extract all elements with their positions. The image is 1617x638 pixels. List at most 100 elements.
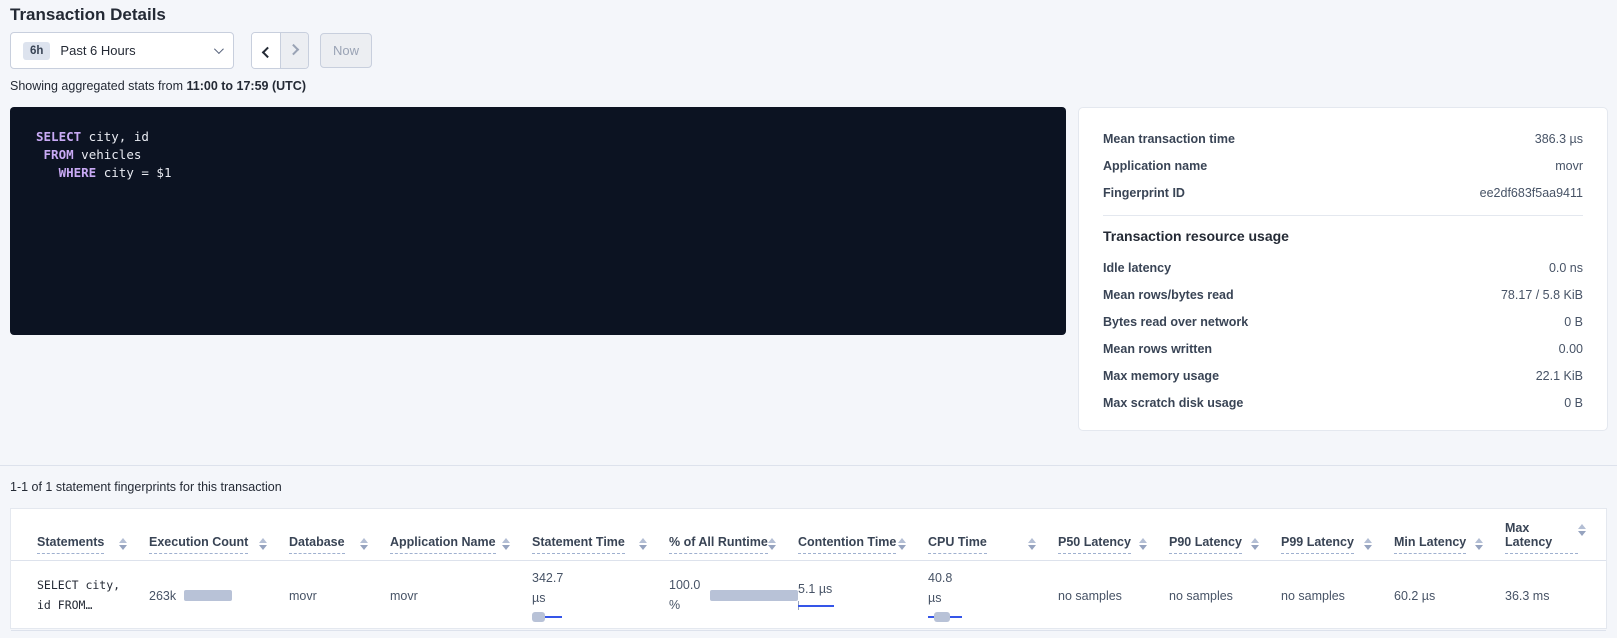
sql-text: vehicles [74,147,142,162]
sql-indent [36,165,59,180]
table-header-row: Statements Execution Count Database Appl… [11,509,1606,561]
section-divider [0,465,1617,466]
sql-text: city = $1 [96,165,171,180]
runtime-value: 100.0 [669,576,700,595]
summary-label: Fingerprint ID [1103,186,1185,200]
stats-range-window: 11:00 to 17:59 (UTC) [187,79,306,93]
column-header-p99-latency: P99 Latency [1281,535,1394,554]
column-label[interactable]: P90 Latency [1169,535,1242,554]
sort-icon[interactable] [1578,521,1586,536]
sort-icon[interactable] [1139,535,1147,550]
statement-line: id FROM… [37,596,149,616]
sort-icon[interactable] [1028,535,1036,550]
resource-row-mean-rows-written: Mean rows written 0.00 [1103,335,1583,362]
sort-icon[interactable] [1364,535,1372,550]
min-latency-value: 60.2 µs [1394,589,1435,603]
sort-icon[interactable] [1475,535,1483,550]
sort-icon[interactable] [639,535,647,550]
column-label[interactable]: P50 Latency [1058,535,1131,554]
column-header-runtime: % of All Runtime [669,535,798,554]
sort-icon[interactable] [259,535,267,550]
sort-icon[interactable] [360,535,368,550]
statement-time-unit: µs [532,589,669,608]
sort-icon[interactable] [119,535,127,550]
cell-runtime: 100.0 % [669,576,798,615]
cell-p50-latency: no samples [1058,589,1169,603]
bar-blob [934,612,950,622]
resource-label: Idle latency [1103,261,1171,275]
sql-line: FROM vehicles [36,146,1040,164]
sql-statement-box: SELECT city, id FROM vehicles WHERE city… [10,107,1066,335]
time-range-label: Past 6 Hours [60,43,135,58]
stats-range-prefix: Showing aggregated stats from [10,79,187,93]
cell-contention-time: 5.1 µs [798,582,928,610]
now-button[interactable]: Now [320,33,372,68]
chevron-left-icon [262,46,273,57]
resource-label: Mean rows/bytes read [1103,288,1234,302]
column-header-contention-time: Contention Time [798,535,928,554]
page-title: Transaction Details [10,5,166,25]
cell-database: movr [289,589,390,603]
execution-count-bar [184,590,232,601]
resource-label: Bytes read over network [1103,315,1248,329]
bar-blob [532,612,545,622]
resource-value: 22.1 KiB [1536,369,1583,383]
column-label[interactable]: Min Latency [1394,535,1466,554]
sql-keyword: FROM [44,147,74,162]
column-label[interactable]: P99 Latency [1281,535,1354,554]
statement-link[interactable]: SELECT city, id FROM… [37,576,149,615]
resource-value: 0.0 ns [1549,261,1583,275]
column-header-statement-time: Statement Time [532,535,669,554]
column-label[interactable]: Database [289,535,345,554]
column-header-p50-latency: P50 Latency [1058,535,1169,554]
cell-p99-latency: no samples [1281,589,1394,603]
summary-value: movr [1555,159,1583,173]
column-label[interactable]: % of All Runtime [669,535,768,554]
time-nav-group [251,32,309,69]
p99-latency-value: no samples [1281,589,1345,603]
summary-value: ee2df683f5aa9411 [1480,186,1583,200]
resource-label: Max memory usage [1103,369,1219,383]
cpu-time-bar-chart [928,612,962,622]
column-label[interactable]: Max Latency [1505,521,1578,554]
table-row: SELECT city, id FROM… 263k movr movr 342… [11,561,1606,631]
column-label[interactable]: Application Name [390,535,496,554]
column-label[interactable]: Statements [37,535,104,554]
prev-time-button[interactable] [252,33,280,68]
cell-execution-count: 263k [149,589,289,603]
statement-time-value: 342.7 [532,569,669,588]
cell-application-name: movr [390,589,532,603]
column-label[interactable]: Statement Time [532,535,625,554]
next-time-button[interactable] [280,33,308,68]
bar-line [798,605,834,607]
card-divider [1103,215,1583,216]
column-header-cpu-time: CPU Time [928,535,1058,554]
summary-row-fingerprint-id: Fingerprint ID ee2df683f5aa9411 [1103,179,1583,206]
cell-p90-latency: no samples [1169,589,1281,603]
summary-label: Mean transaction time [1103,132,1235,146]
resource-row-max-memory-usage: Max memory usage 22.1 KiB [1103,362,1583,389]
cell-statement-time: 342.7 µs [532,569,669,622]
resource-value: 78.17 / 5.8 KiB [1501,288,1583,302]
sort-icon[interactable] [502,535,510,550]
column-label[interactable]: CPU Time [928,535,987,554]
sql-indent [36,147,44,162]
sort-icon[interactable] [898,535,906,550]
column-label[interactable]: Contention Time [798,535,896,554]
time-range-select[interactable]: 6h Past 6 Hours [10,32,234,69]
summary-value: 386.3 µs [1535,132,1583,146]
chevron-right-icon [287,43,298,54]
column-header-database: Database [289,535,390,554]
cell-min-latency: 60.2 µs [1394,589,1505,603]
column-label[interactable]: Execution Count [149,535,248,554]
resource-row-max-scratch-disk-usage: Max scratch disk usage 0 B [1103,389,1583,416]
sort-icon[interactable] [1251,535,1259,550]
resource-label: Max scratch disk usage [1103,396,1243,410]
sql-text: city, id [81,129,149,144]
sql-line: WHERE city = $1 [36,164,1040,182]
summary-row-application-name: Application name movr [1103,152,1583,179]
resource-row-bytes-read-over-network: Bytes read over network 0 B [1103,308,1583,335]
sort-icon[interactable] [768,535,776,550]
cpu-time-unit: µs [928,589,1058,608]
sql-keyword: WHERE [59,165,97,180]
